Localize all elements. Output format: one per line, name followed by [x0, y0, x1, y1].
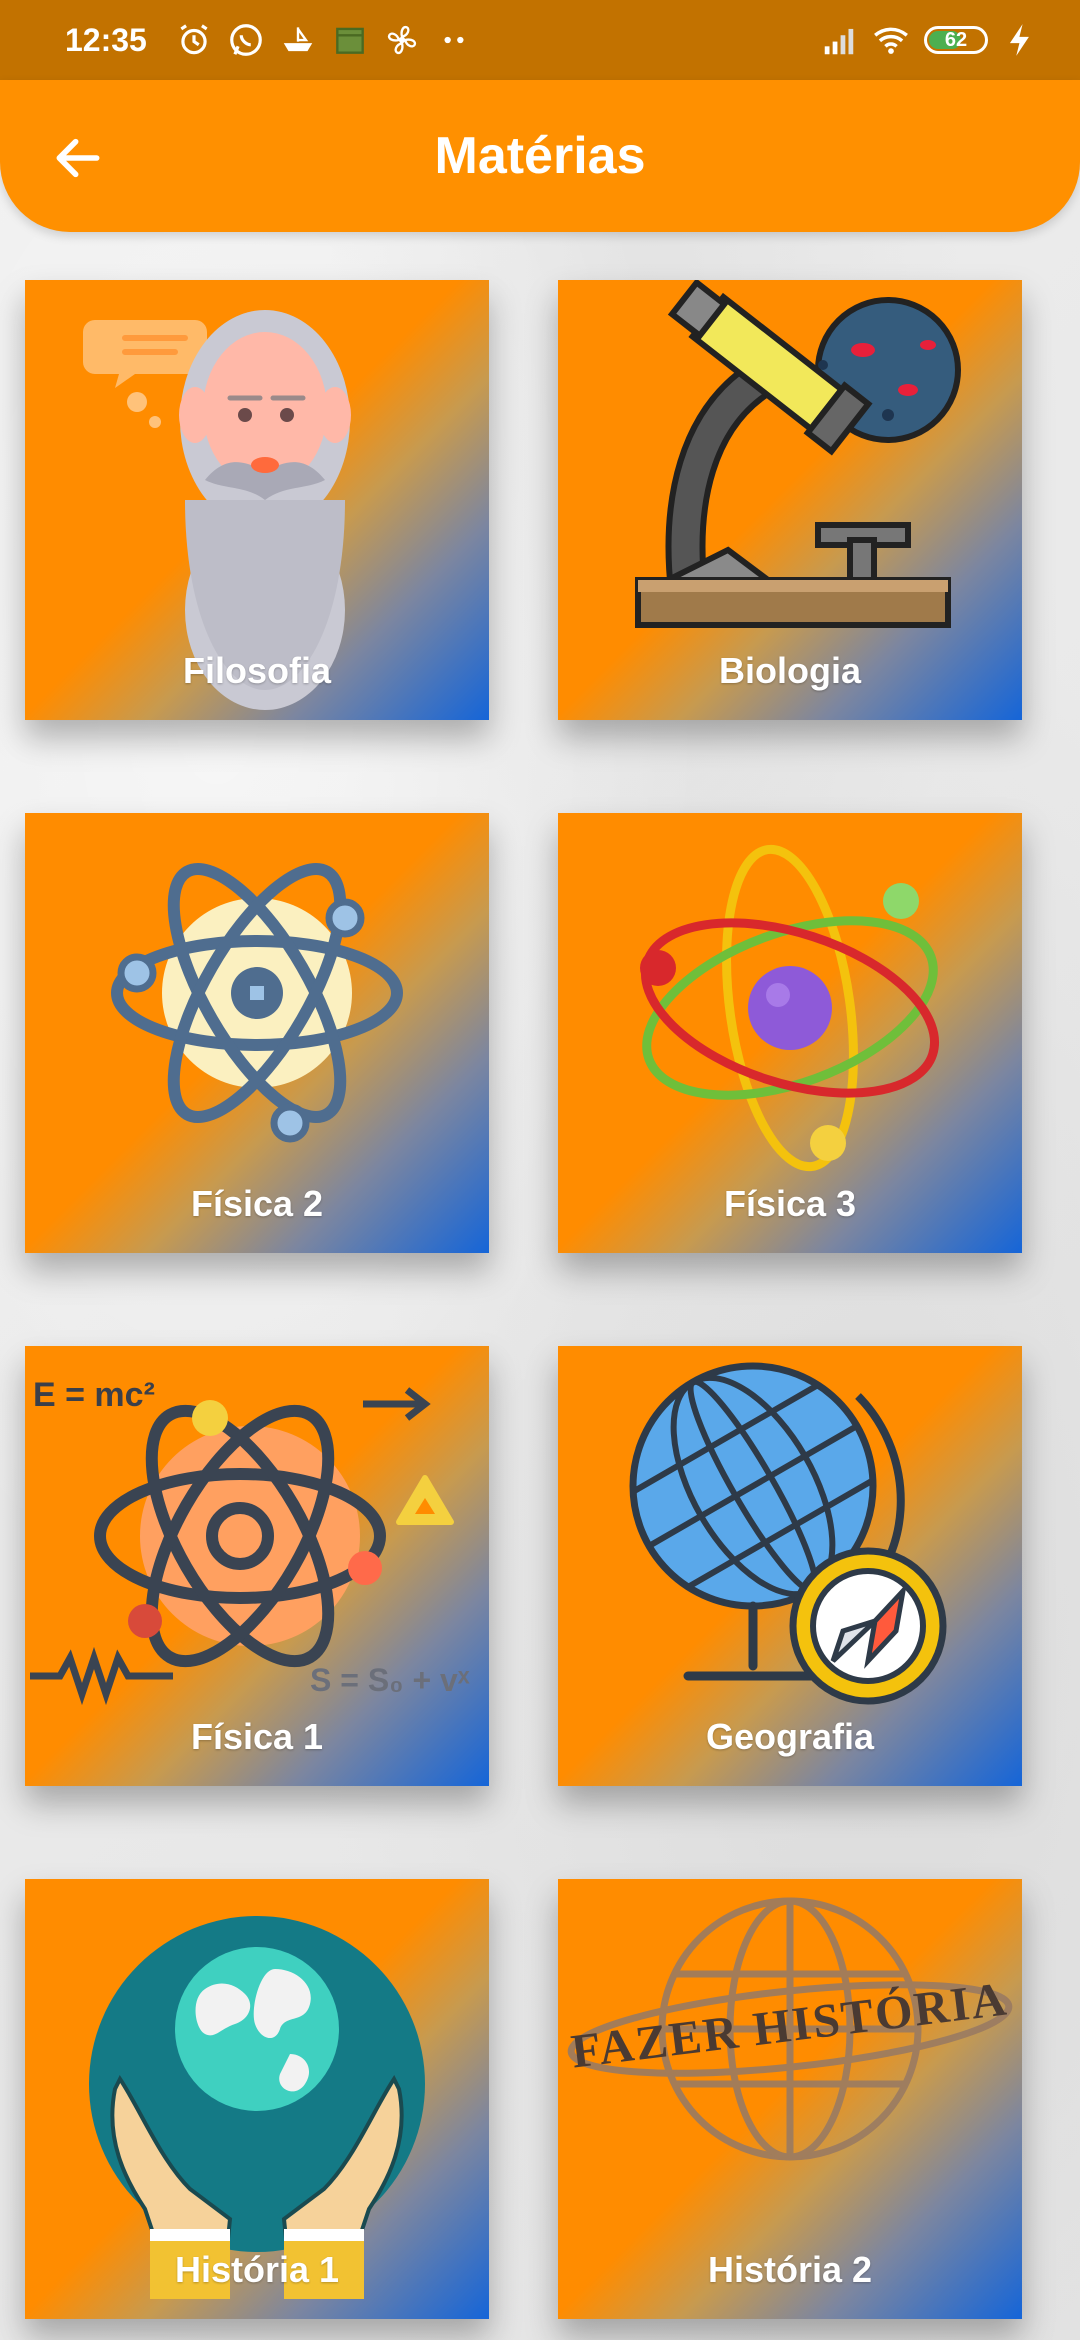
whatsapp-icon	[230, 24, 262, 56]
page-title: Matérias	[434, 127, 646, 185]
status-left: 12:35	[65, 21, 473, 59]
formula-motion: S = S₀ + vˣ	[310, 1662, 470, 1698]
status-time: 12:35	[65, 21, 147, 58]
alarm-icon	[180, 24, 208, 55]
calendar-icon	[335, 27, 364, 54]
card-label: Física 3	[723, 1183, 857, 1224]
subject-card-fisica-3[interactable]: Física 3	[558, 813, 1022, 1253]
subject-card-fisica-1[interactable]: E = mc² S = S₀ + vˣ Física 1	[25, 1346, 489, 1786]
subject-card-historia-2[interactable]: FAZER HISTÓRIA História 2	[558, 1879, 1022, 2319]
card-label: Biologia	[719, 650, 861, 691]
signal-icon	[824, 28, 854, 55]
card-label: Física 1	[190, 1716, 324, 1757]
status-right: 62	[820, 21, 1040, 59]
subject-card-biologia[interactable]: Biologia	[558, 280, 1022, 720]
wifi-icon	[874, 27, 908, 54]
card-label: Física 2	[190, 1183, 324, 1224]
battery-level: 62	[944, 28, 968, 51]
more-dots-icon	[444, 36, 464, 44]
subject-card-fisica-2[interactable]: Física 2	[25, 813, 489, 1253]
status-bar: 12:35 62	[0, 0, 1080, 80]
subject-card-geografia[interactable]: Geografia	[558, 1346, 1022, 1786]
boat-icon	[283, 27, 313, 52]
card-label: História 1	[174, 2249, 340, 2290]
battery-icon: 62	[924, 26, 988, 54]
card-label: História 2	[707, 2249, 873, 2290]
card-label: Filosofia	[182, 650, 331, 691]
card-label: Geografia	[705, 1716, 875, 1757]
subject-card-filosofia[interactable]: Filosofia	[25, 280, 489, 720]
subject-card-historia-1[interactable]: História 1	[25, 1879, 489, 2319]
formula-emc2: E = mc²	[33, 1376, 155, 1414]
app-bar: Matérias	[0, 80, 1080, 232]
fan-icon	[387, 25, 416, 55]
charging-icon	[1009, 24, 1029, 56]
